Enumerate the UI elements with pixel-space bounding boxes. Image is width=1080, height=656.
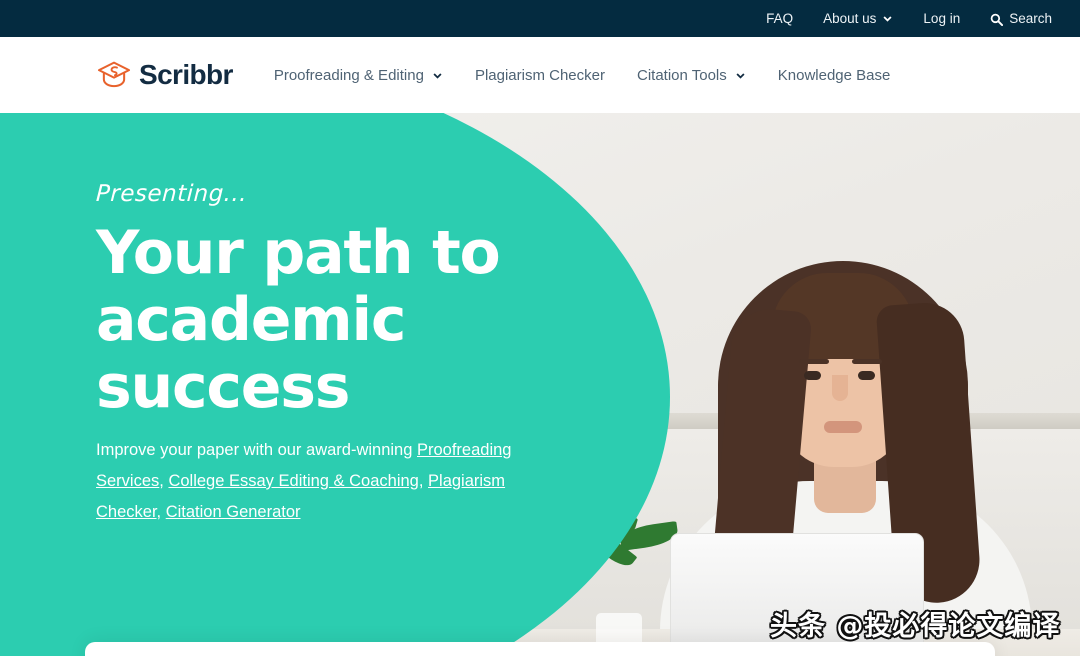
topbar-item-log-in[interactable]: Log in bbox=[923, 12, 960, 26]
top-utility-bar: FAQ About us Log in Search bbox=[0, 0, 1080, 37]
hero-sep: , bbox=[418, 472, 429, 490]
service-cards-panel bbox=[85, 642, 995, 656]
watermark: 头条 @投必得论文编译 bbox=[770, 611, 1061, 642]
page-root: FAQ About us Log in Search Scribbr Proof… bbox=[0, 0, 1080, 656]
main-header: Scribbr Proofreading & Editing Plagiaris… bbox=[0, 37, 1080, 113]
topbar-item-about-us[interactable]: About us bbox=[823, 12, 893, 26]
hero-subtitle: Improve your paper with our award-winnin… bbox=[96, 435, 516, 528]
hero-subtitle-lead: Improve your paper with our award-winnin… bbox=[96, 441, 417, 459]
hero-copy: Presenting... Your path to academic succ… bbox=[95, 181, 566, 528]
chevron-down-icon bbox=[432, 71, 443, 82]
chevron-down-icon bbox=[735, 71, 746, 82]
primary-nav: Proofreading & Editing Plagiarism Checke… bbox=[258, 67, 907, 84]
nav-item-plagiarism-checker[interactable]: Plagiarism Checker bbox=[459, 67, 621, 84]
page-title: Your path to academic success bbox=[96, 218, 501, 422]
topbar-item-label: FAQ bbox=[766, 10, 794, 26]
topbar-item-label: Log in bbox=[923, 10, 961, 26]
nav-item-label: Knowledge Base bbox=[777, 66, 891, 84]
nav-item-label: Plagiarism Checker bbox=[474, 66, 605, 84]
search-icon bbox=[990, 13, 1004, 27]
scribbr-logo[interactable]: Scribbr bbox=[96, 59, 233, 91]
hero-link-citation-generator[interactable]: Citation Generator bbox=[166, 503, 301, 521]
hero-sep: , bbox=[156, 503, 166, 521]
nav-item-label: Proofreading & Editing bbox=[273, 66, 424, 84]
graduation-cap-icon bbox=[96, 60, 132, 90]
topbar-item-label: Search bbox=[1009, 10, 1052, 26]
chevron-down-icon bbox=[882, 14, 893, 25]
nav-item-proofreading-editing[interactable]: Proofreading & Editing bbox=[258, 67, 459, 84]
hero-link-college-essay-editing[interactable]: College Essay Editing & Coaching bbox=[168, 472, 418, 490]
logo-wordmark: Scribbr bbox=[139, 59, 233, 90]
hero-section: Presenting... Your path to academic succ… bbox=[0, 113, 1080, 656]
nav-item-label: Citation Tools bbox=[636, 66, 727, 84]
nav-item-citation-tools[interactable]: Citation Tools bbox=[621, 67, 762, 84]
topbar-item-search[interactable]: Search bbox=[990, 10, 1052, 27]
nav-item-knowledge-base[interactable]: Knowledge Base bbox=[762, 67, 907, 84]
topbar-item-faq[interactable]: FAQ bbox=[766, 12, 793, 26]
hero-kicker: Presenting... bbox=[95, 181, 248, 207]
topbar-item-label: About us bbox=[823, 10, 877, 26]
